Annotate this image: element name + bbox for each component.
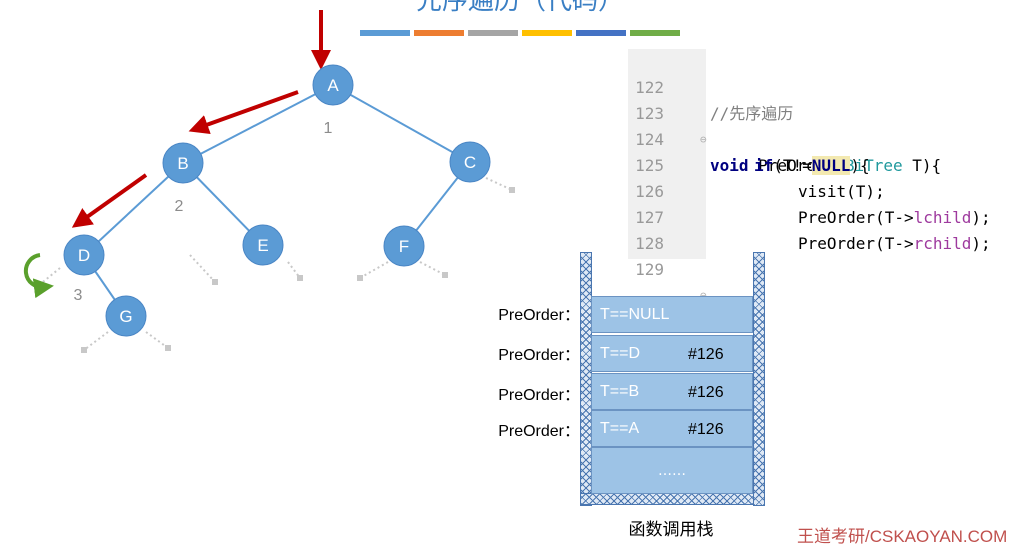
brand-watermark: 王道考研/CSKAOYAN.COM [797,527,1008,546]
tree-edge [332,84,471,163]
null-child-marker [442,272,448,278]
frame-condition: T==D [600,345,641,362]
stack-right-wall [753,252,765,506]
null-child-marker [212,279,218,285]
null-child-stub [419,261,446,276]
visit-order-label: 3 [74,287,83,304]
frame-return-address: #126 [688,346,724,363]
code-text: if(T!=NULL){ [754,156,870,175]
frame-label: PreOrder： [498,387,580,404]
visit-order-label: 2 [175,198,184,215]
code-text: visit(T); [798,182,885,201]
stack-frame: T==NULL [591,296,753,333]
code-line-128: 128 } [628,205,764,279]
code-line-129: 129 ⊖ } [628,231,720,331]
code-line-126: 126 PreOrder(T->lchild); [628,153,991,227]
null-child-marker [297,275,303,281]
stack-frame-more: …… [591,447,753,494]
code-text: PreOrder(T->rchild); [798,234,991,253]
traversal-arrow [71,173,148,228]
color-bar-6 [630,30,680,36]
tree-node-label: B [177,154,188,173]
tree-node-label: E [257,236,268,255]
code-line-125: 125 visit(T); [628,127,885,201]
frame-label: PreOrder： [498,347,580,364]
null-child-stub [145,331,169,349]
code-line-123: 123 ⊖ void PreOrder(BiTree T){ [628,75,941,175]
code-line-122: 122 //先序遍历 [628,49,793,123]
stack-caption: 函数调用栈 [628,520,714,540]
code-editor: 122 //先序遍历 123 ⊖ void PreOrder(BiTree T)… [628,49,1026,331]
stack-frame: T==D #126 [591,335,753,372]
fold-open-icon[interactable]: ⊖ [700,127,707,153]
frame-condition: T==A [600,420,640,437]
code-text: PreOrder(T->lchild); [798,208,991,227]
null-child-marker [357,275,363,281]
tree-node-label: G [119,307,132,326]
frame-condition: T==NULL [600,306,670,323]
frame-return-address: #126 [688,384,724,401]
binary-tree-diagram: A 1 B 2 C D 3 E F G [23,10,515,353]
null-child-marker [165,345,171,351]
null-child-marker [509,187,515,193]
frame-return-address: #126 [688,421,724,438]
null-child-stub [359,261,389,279]
code-line-124: 124 if(T!=NULL){ [628,101,870,175]
visit-order-label: 1 [324,120,333,137]
slide: 先序遍历（代码） A1B2CD3EFG 122 //先序遍历 123 ⊖ voi… [0,0,1026,546]
null-child-stub [485,177,513,191]
tree-node-label: C [464,153,476,172]
null-child-stub [37,267,61,287]
line-number: 129 [635,260,664,279]
frame-condition: T==B [600,383,640,400]
null-child-marker [81,347,87,353]
frame-label: PreOrder： [498,307,580,324]
null-child-stub [189,254,216,283]
null-child-stub [83,331,109,351]
tree-node-label: A [327,76,339,95]
tree-node-label: F [399,237,409,256]
stack-frame: T==B #126 [591,373,753,410]
stack-frame: T==A #126 [591,410,753,447]
tree-node-label: D [78,246,90,265]
visit-loop-arrow [23,253,54,299]
frame-label: PreOrder： [498,423,580,440]
code-text: //先序遍历 [710,104,794,123]
code-line-127: 127 PreOrder(T->rchild); [628,179,991,253]
